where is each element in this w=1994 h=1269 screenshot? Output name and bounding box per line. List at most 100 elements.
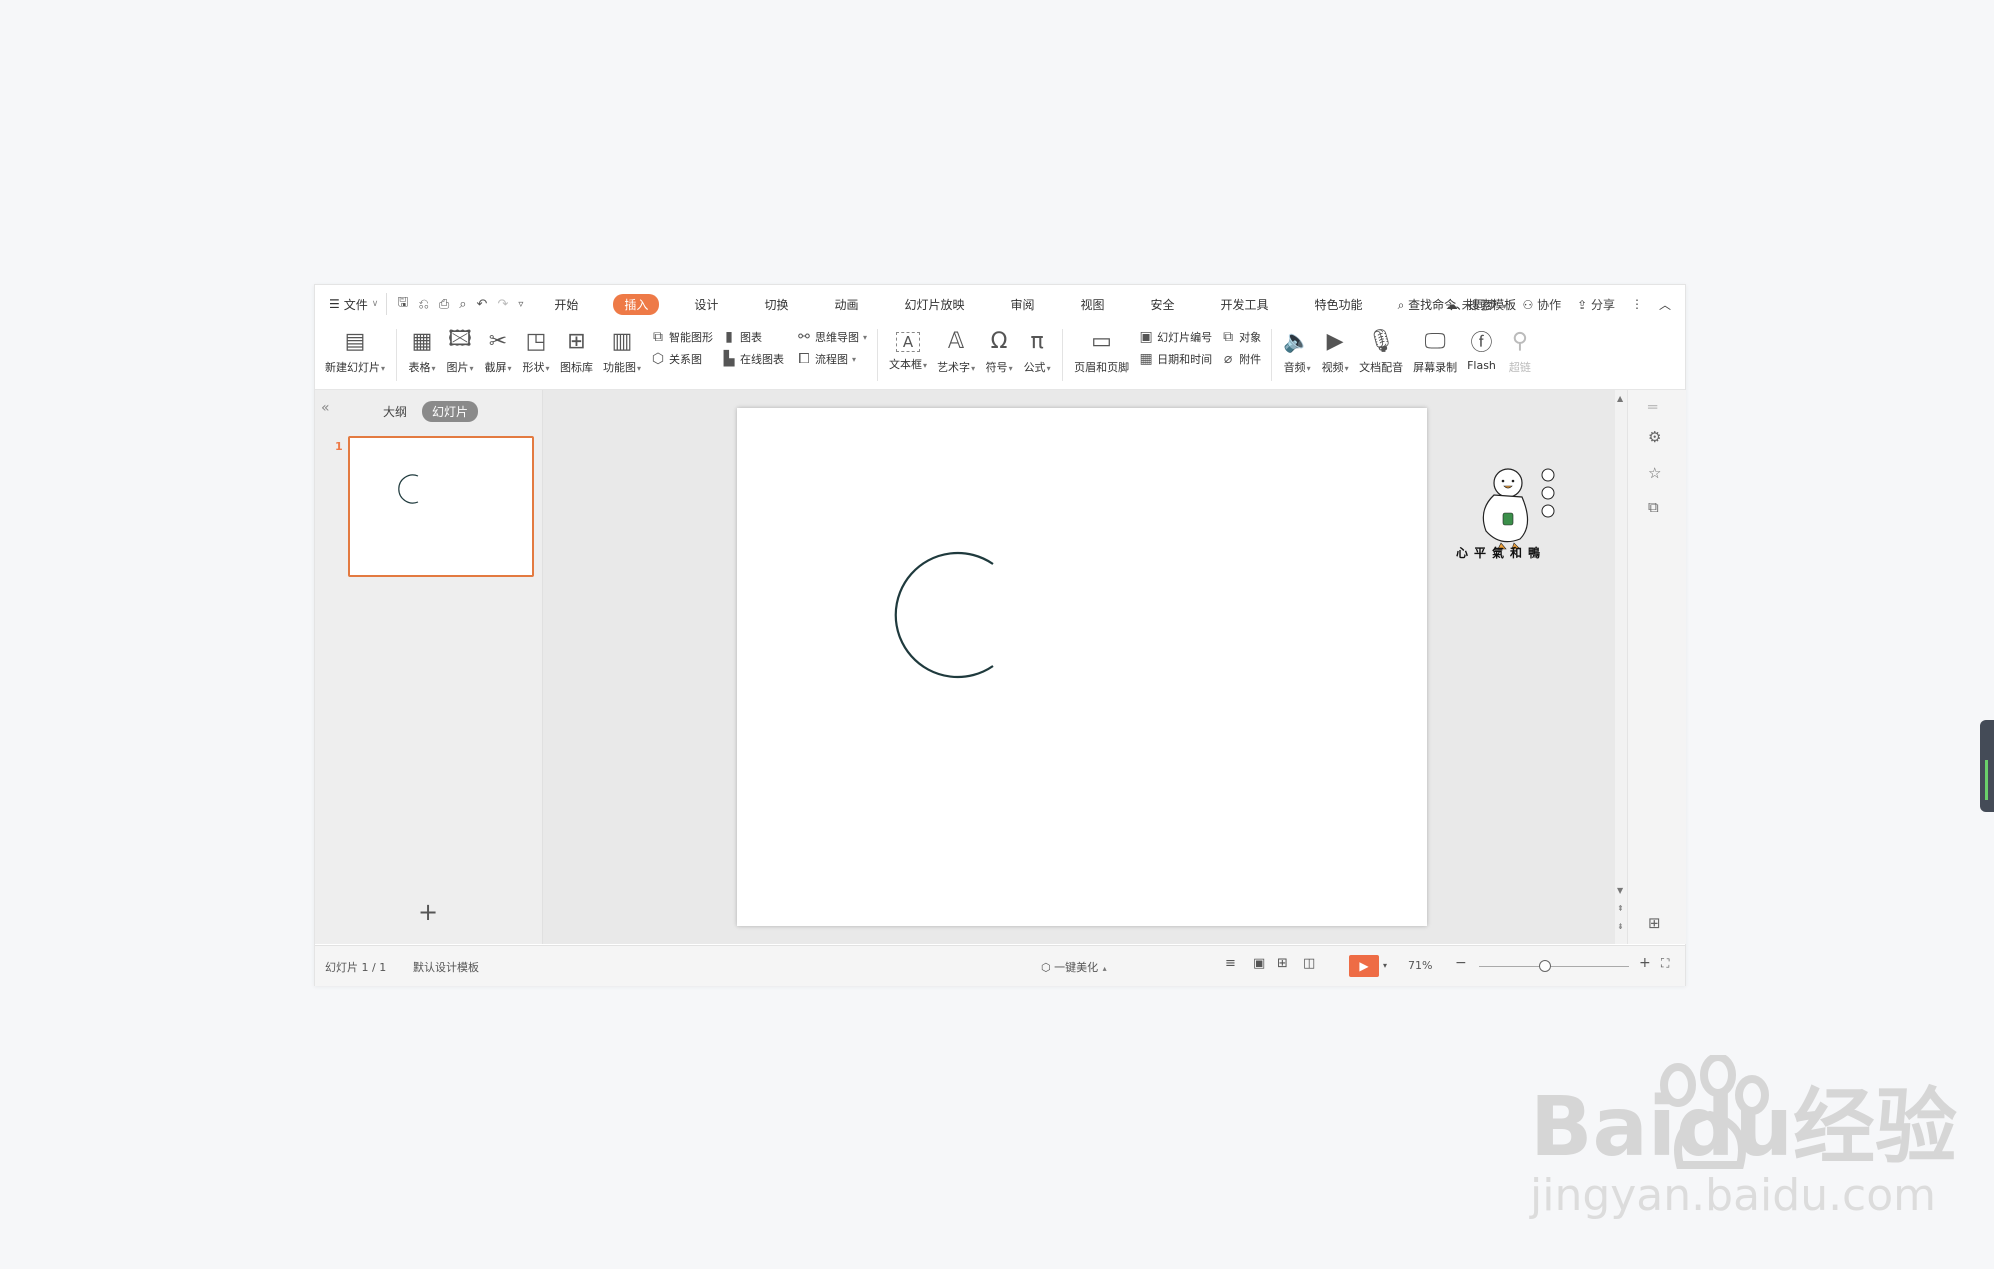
slide-number-button[interactable]: ▣ 幻灯片编号: [1138, 329, 1212, 345]
scroll-down-icon[interactable]: ▼: [1617, 886, 1623, 895]
scroll-up-icon[interactable]: ▲: [1617, 394, 1623, 403]
tab-design[interactable]: 设计: [683, 294, 729, 315]
relation-chart-button[interactable]: ⬡ 关系图: [650, 351, 713, 367]
tab-transition[interactable]: 切换: [753, 294, 799, 315]
flash-button[interactable]: ⓕ Flash: [1462, 323, 1501, 387]
slide-thumbnail[interactable]: [348, 436, 534, 577]
collab-button[interactable]: ⚇ 协作: [1522, 296, 1561, 313]
tab-outline[interactable]: 大纲: [383, 403, 407, 420]
normal-view-icon[interactable]: ▣: [1253, 956, 1265, 971]
undo-icon[interactable]: ↶: [477, 297, 488, 312]
slide-panel: « 大纲 幻灯片 1 +: [315, 390, 543, 944]
audio-button[interactable]: 🔈 音频▾: [1278, 323, 1316, 387]
header-footer-button[interactable]: ▭ 页眉和页脚: [1069, 323, 1134, 387]
collapse-ribbon-icon[interactable]: ︿: [1659, 296, 1671, 313]
zoom-slider-knob[interactable]: [1539, 960, 1551, 972]
icon-library-button[interactable]: ⊞ 图标库: [555, 323, 598, 387]
screen-record-label: 屏幕录制: [1413, 361, 1458, 374]
doc-voiceover-button[interactable]: 🎙 文档配音: [1354, 323, 1408, 387]
add-slide-icon[interactable]: +: [418, 898, 438, 926]
screenshot-button[interactable]: ✂ 截屏▾: [479, 323, 517, 387]
video-button[interactable]: ▶ 视频▾: [1316, 323, 1354, 387]
online-chart-label: 在线图表: [740, 353, 785, 366]
properties-icon[interactable]: ⚙: [1648, 428, 1661, 446]
redo-icon[interactable]: ↷: [497, 297, 508, 312]
print-icon[interactable]: ⎙: [439, 297, 449, 312]
tab-review[interactable]: 审阅: [999, 294, 1045, 315]
flow-chart-button[interactable]: ⧠ 流程图 ▾: [796, 351, 867, 367]
picture-button[interactable]: 🖾 图片▾: [441, 323, 479, 387]
attachment-button[interactable]: ⌀ 附件: [1220, 351, 1261, 367]
transition-icon[interactable]: ⧉: [1648, 498, 1659, 516]
play-slideshow-button[interactable]: ▶: [1349, 955, 1379, 977]
beautify-button[interactable]: ⬡ 一键美化 ▴: [1041, 959, 1107, 975]
wordart-label: 艺术字: [937, 361, 971, 374]
tab-home[interactable]: 开始: [543, 294, 589, 315]
hyperlink-button[interactable]: ⚲ 超链: [1501, 323, 1539, 387]
menu-right: ☁ 未同步 ▾ ⚇ 协作 ⇪ 分享 ⋮ ︿: [1446, 285, 1671, 323]
date-time-button[interactable]: ▦ 日期和时间: [1138, 351, 1212, 367]
screen-record-icon: 🖵: [1424, 328, 1446, 354]
fit-window-icon[interactable]: ⛶: [1661, 956, 1669, 971]
tab-animation[interactable]: 动画: [823, 294, 869, 315]
object-label: 对象: [1239, 331, 1262, 344]
online-chart-button[interactable]: ▙ 在线图表: [721, 351, 784, 367]
play-options-icon[interactable]: ▾: [1383, 961, 1387, 970]
object-button[interactable]: ⧉ 对象: [1220, 329, 1261, 345]
tab-insert[interactable]: 插入: [613, 293, 660, 315]
shape-icon: ◳: [525, 328, 547, 354]
divider: [396, 329, 398, 381]
textbox-label: 文本框: [889, 358, 923, 371]
animation-icon[interactable]: ☆: [1648, 464, 1661, 482]
tab-view[interactable]: 视图: [1070, 294, 1116, 315]
more-icon[interactable]: ⋮: [1631, 297, 1643, 311]
zoom-slider-track[interactable]: [1479, 966, 1629, 967]
zoom-level[interactable]: 71%: [1408, 959, 1432, 972]
function-chart-button[interactable]: ▥ 功能图▾: [598, 323, 646, 387]
edge-widget[interactable]: [1980, 720, 1994, 812]
vertical-scrollbar[interactable]: ▲ ▼ ⇞ ⇟: [1615, 390, 1627, 944]
new-slide-label: 新建幻灯片: [325, 361, 380, 374]
tab-slideshow[interactable]: 幻灯片放映: [893, 294, 975, 315]
new-slide-button[interactable]: ▤ 新建幻灯片▾: [315, 323, 390, 387]
tab-slides[interactable]: 幻灯片: [422, 401, 479, 422]
mindmap-group: ⚯ 思维导图 ▾ ⧠ 流程图 ▾: [792, 323, 871, 367]
smart-graphic-button[interactable]: ⧉ 智能图形: [650, 329, 713, 345]
tab-developer[interactable]: 开发工具: [1210, 294, 1280, 315]
wordart-button[interactable]: 𝔸 艺术字▾: [932, 323, 980, 387]
table-button[interactable]: ▦ 表格▾: [403, 323, 441, 387]
slide-number-group: ▣ 幻灯片编号 ▦ 日期和时间: [1134, 323, 1216, 367]
grid-icon[interactable]: ⊞: [1648, 914, 1661, 932]
divider: [1062, 329, 1064, 381]
hamburger-icon: ☰: [329, 297, 340, 311]
formula-button[interactable]: π 公式▾: [1018, 323, 1056, 387]
sync-button[interactable]: ☁ 未同步 ▾: [1446, 296, 1507, 313]
sorter-view-icon[interactable]: ⊞: [1277, 956, 1288, 971]
textbox-button[interactable]: A 文本框▾: [884, 323, 932, 387]
next-slide-icon[interactable]: ⇟: [1617, 922, 1624, 931]
screen-record-button[interactable]: 🖵 屏幕录制: [1408, 323, 1462, 387]
chart-button[interactable]: ▮ 图表: [721, 329, 784, 345]
share-button[interactable]: ⇪ 分享: [1577, 296, 1615, 313]
symbol-button[interactable]: Ω 符号▾: [980, 323, 1018, 387]
mind-map-button[interactable]: ⚯ 思维导图 ▾: [796, 329, 867, 345]
prev-slide-icon[interactable]: ⇞: [1617, 904, 1624, 913]
slide-thumb-number: 1: [335, 440, 343, 453]
shape-button[interactable]: ◳ 形状▾: [517, 323, 555, 387]
format-painter-icon[interactable]: ⎌: [418, 297, 428, 312]
tab-special[interactable]: 特色功能: [1304, 294, 1374, 315]
zoom-out-icon[interactable]: −: [1455, 955, 1467, 971]
save-icon[interactable]: 🖫: [397, 293, 408, 315]
reading-view-icon[interactable]: ◫: [1303, 956, 1315, 971]
flow-chart-label: 流程图: [815, 353, 849, 366]
customize-icon[interactable]: ▿: [518, 299, 523, 310]
tab-security[interactable]: 安全: [1140, 294, 1186, 315]
zoom-in-icon[interactable]: +: [1639, 955, 1651, 971]
collapse-panel-icon[interactable]: «: [321, 400, 330, 416]
notes-icon[interactable]: ≡: [1225, 956, 1236, 971]
print-preview-icon[interactable]: ⌕: [459, 297, 466, 312]
speaker-icon: 🔈: [1283, 328, 1311, 354]
slide-canvas[interactable]: [737, 408, 1427, 926]
file-menu[interactable]: ☰ 文件 ∨: [329, 296, 378, 313]
arc-shape[interactable]: [737, 408, 1427, 926]
